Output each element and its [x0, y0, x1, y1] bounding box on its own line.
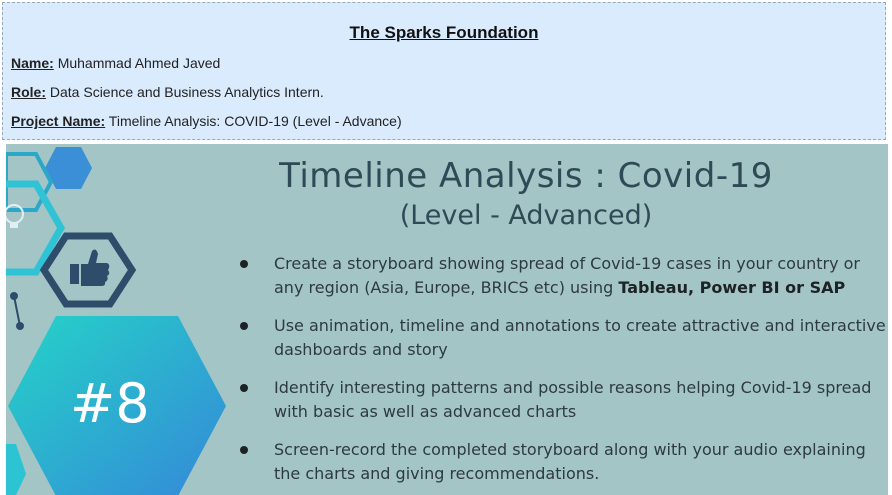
bullet-dot [240, 260, 248, 268]
bullet-text: Identify interesting patterns and possib… [274, 378, 872, 421]
foundation-title: The Sparks Foundation [349, 23, 539, 42]
bullet-text: Use animation, timeline and annotations … [274, 316, 886, 359]
bullet-dot [240, 322, 248, 330]
bullet-bold-text: Tableau, Power BI or SAP [618, 278, 846, 297]
role-label: Role: [11, 84, 46, 100]
project-label: Project Name: [11, 113, 106, 129]
task-number: #8 [70, 372, 150, 435]
project-value: Timeline Analysis: COVID-19 (Level - Adv… [108, 113, 402, 129]
name-label: Name: [11, 55, 54, 71]
bullet-dot [240, 384, 248, 392]
info-panel: The Sparks Foundation Name: Muhammad Ahm… [2, 2, 886, 140]
hexagon-decoration [6, 147, 226, 495]
role-row: Role: Data Science and Business Analytic… [11, 84, 324, 100]
name-value: Muhammad Ahmed Javed [57, 55, 221, 71]
task-poster-image: #8 Timeline Analysis : Covid-19 (Level -… [6, 144, 888, 495]
network-icon [10, 292, 24, 330]
project-row: Project Name: Timeline Analysis: COVID-1… [11, 113, 402, 129]
bullet-item: Screen-record the completed storyboard a… [238, 438, 888, 486]
bullet-item: Use animation, timeline and annotations … [238, 314, 888, 362]
bullet-dot [240, 446, 248, 454]
role-value: Data Science and Business Analytics Inte… [49, 84, 324, 100]
bullet-item: Identify interesting patterns and possib… [238, 376, 888, 424]
corner-hexagon [6, 444, 26, 495]
task-bullet-list: Create a storyboard showing spread of Co… [238, 252, 888, 495]
bullet-item: Create a storyboard showing spread of Co… [238, 252, 888, 300]
bullet-text: Screen-record the completed storyboard a… [274, 440, 866, 483]
name-row: Name: Muhammad Ahmed Javed [11, 55, 220, 71]
poster-title: Timeline Analysis : Covid-19 [279, 156, 773, 196]
poster-subtitle: (Level - Advanced) [399, 200, 653, 231]
